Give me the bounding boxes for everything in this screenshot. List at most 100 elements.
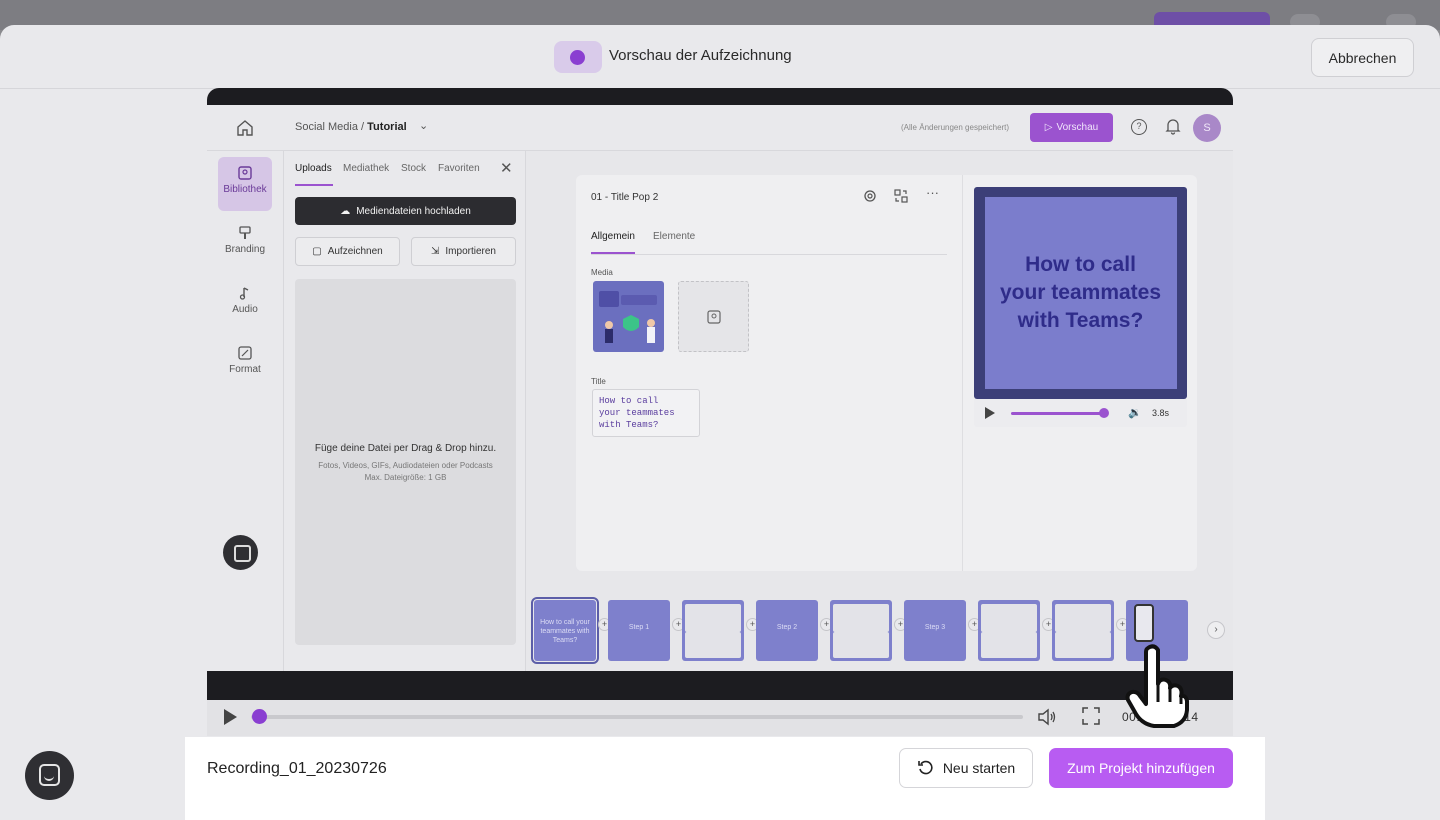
title-line: How to call bbox=[599, 396, 659, 406]
filmstrip-clip bbox=[978, 600, 1040, 661]
chevron-right-icon: › bbox=[1207, 621, 1225, 639]
tab-stock: Stock bbox=[401, 163, 427, 174]
record-dot-icon bbox=[570, 50, 585, 65]
inner-preview-button: ▷ Vorschau bbox=[1030, 113, 1113, 142]
volume-icon[interactable] bbox=[1036, 706, 1058, 728]
title-line: with Teams? bbox=[599, 420, 659, 430]
tab-favoriten: Favoriten bbox=[438, 163, 480, 174]
clip-label: Step 1 bbox=[628, 624, 650, 631]
nav-item-audio: Audio bbox=[218, 277, 272, 331]
title-label: Title bbox=[591, 377, 606, 386]
record-button: ▢ Aufzeichnen bbox=[295, 237, 400, 266]
nav-item-branding: Branding bbox=[218, 217, 272, 271]
tab-underline bbox=[295, 184, 333, 186]
restart-icon bbox=[918, 760, 933, 775]
upload-label: Mediendateien hochladen bbox=[356, 205, 471, 217]
clip-screenshot bbox=[685, 604, 741, 632]
nav-item-format: Format bbox=[218, 337, 272, 391]
brush-icon bbox=[239, 226, 251, 239]
chat-icon bbox=[39, 764, 60, 786]
filmstrip-clip: Step 3 bbox=[904, 600, 966, 661]
dropzone-max-size: Max. Dateigröße: 1 GB bbox=[364, 473, 447, 482]
filmstrip-clip bbox=[682, 600, 744, 661]
volume-icon: 🔉 bbox=[1128, 407, 1142, 419]
tab-allgemein: Allgemein bbox=[591, 231, 635, 242]
inner-left-nav: Bibliothek Branding Audio Format bbox=[207, 151, 284, 671]
breadcrumb-page: Tutorial bbox=[367, 121, 407, 133]
nav-label: Bibliothek bbox=[223, 184, 267, 195]
player-controls: 00:00 / 00:14 bbox=[207, 700, 1233, 736]
library-icon bbox=[238, 166, 252, 180]
chat-support-button[interactable] bbox=[25, 751, 74, 800]
restart-label: Neu starten bbox=[942, 760, 1016, 776]
seek-bar[interactable] bbox=[251, 715, 1023, 719]
bell-icon bbox=[1165, 119, 1181, 135]
add-media-slot bbox=[678, 281, 749, 352]
nav-label: Audio bbox=[232, 304, 258, 315]
upload-media-button: ☁ Mediendateien hochladen bbox=[295, 197, 516, 225]
preview-line: your teammates bbox=[999, 281, 1162, 304]
dropzone: Füge deine Datei per Drag & Drop hinzu. … bbox=[295, 279, 516, 645]
tab-elemente: Elemente bbox=[653, 231, 696, 242]
editor-divider bbox=[962, 175, 963, 571]
inner-preview-label: Vorschau bbox=[1056, 122, 1099, 133]
breadcrumb: Social Media / Tutorial bbox=[295, 121, 407, 133]
help-icon: ? bbox=[1131, 119, 1147, 135]
filmstrip-clip bbox=[830, 600, 892, 661]
add-to-project-button[interactable]: Zum Projekt hinzufügen bbox=[1049, 748, 1233, 788]
modal-header: Vorschau der Aufzeichnung Abbrechen bbox=[0, 25, 1440, 89]
import-icon: ⇲ bbox=[431, 246, 440, 257]
clip-screenshot bbox=[685, 632, 741, 658]
play-outline-icon: ▷ bbox=[1044, 122, 1053, 133]
filmstrip-clip bbox=[1052, 600, 1114, 661]
dropzone-title: Füge deine Datei per Drag & Drop hinzu. bbox=[314, 443, 497, 454]
resize-icon bbox=[238, 346, 252, 360]
image-icon bbox=[707, 310, 721, 324]
inner-media-panel: Uploads Mediathek Stock Favoriten ✕ ☁ Me… bbox=[284, 151, 526, 671]
tab-mediathek: Mediathek bbox=[343, 163, 390, 174]
clip-screenshot bbox=[981, 604, 1037, 632]
clip-screenshot bbox=[833, 604, 889, 632]
video-player[interactable]: Social Media / Tutorial ⌄ (Alle Änderung… bbox=[207, 88, 1233, 736]
avatar: S bbox=[1193, 114, 1221, 142]
scene-preview-controls: 🔉 3.8s bbox=[974, 399, 1187, 427]
recorded-screen: Social Media / Tutorial ⌄ (Alle Änderung… bbox=[207, 105, 1233, 671]
recording-action-bar: Recording_01_20230726 Neu starten Zum Pr… bbox=[185, 737, 1265, 820]
dropzone-formats: Fotos, Videos, GIFs, Audiodateien oder P… bbox=[318, 461, 493, 470]
modal-title: Vorschau der Aufzeichnung bbox=[609, 47, 792, 64]
clip-screenshot bbox=[1055, 604, 1111, 632]
scene-progress-knob bbox=[1099, 408, 1110, 418]
record-label: Aufzeichnen bbox=[327, 246, 383, 257]
play-icon bbox=[985, 407, 995, 419]
inner-chat-icon bbox=[223, 535, 258, 570]
recording-name: Recording_01_20230726 bbox=[207, 760, 387, 777]
music-note-icon bbox=[239, 287, 249, 300]
close-icon: ✕ bbox=[500, 160, 513, 177]
filmstrip-clip: Step 1 bbox=[608, 600, 670, 661]
scene-progress-bar bbox=[1011, 412, 1105, 415]
nav-label: Format bbox=[229, 364, 261, 375]
play-button[interactable] bbox=[224, 709, 237, 725]
breadcrumb-project: Social Media / bbox=[295, 121, 365, 133]
home-icon bbox=[237, 120, 253, 136]
record-indicator bbox=[554, 41, 602, 73]
clip-label: Step 2 bbox=[776, 624, 798, 631]
scene-preview: How to call your teammates with Teams? bbox=[974, 187, 1187, 399]
import-button: ⇲ Importieren bbox=[411, 237, 516, 266]
phone-icon bbox=[1134, 604, 1154, 642]
seek-handle[interactable] bbox=[251, 709, 267, 724]
save-status: (Alle Änderungen gespeichert) bbox=[901, 123, 1010, 132]
import-label: Importieren bbox=[445, 246, 496, 257]
scene-preview-title: How to call your teammates with Teams? bbox=[974, 251, 1187, 335]
title-textarea: How to call your teammates with Teams? bbox=[592, 389, 700, 437]
fullscreen-icon[interactable] bbox=[1082, 707, 1100, 725]
clip-label: How to call your teammates with Teams? bbox=[540, 619, 590, 644]
cancel-button[interactable]: Abbrechen bbox=[1311, 38, 1414, 77]
tab-divider bbox=[591, 254, 947, 255]
restart-button[interactable]: Neu starten bbox=[899, 748, 1033, 788]
nav-label: Branding bbox=[224, 244, 266, 255]
clip-screenshot bbox=[981, 632, 1037, 658]
filmstrip-clip: How to call your teammates with Teams? bbox=[531, 597, 599, 664]
chevron-down-icon: ⌄ bbox=[419, 120, 429, 132]
filmstrip-clip: Step 2 bbox=[756, 600, 818, 661]
